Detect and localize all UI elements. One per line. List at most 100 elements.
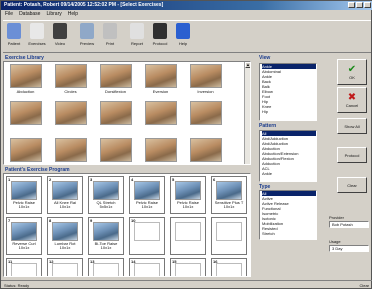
menu-help[interactable]: Help <box>68 10 78 19</box>
library-exercise-thumb[interactable]: Eversion <box>141 64 180 99</box>
view-list-item[interactable]: Hip <box>262 109 316 114</box>
window-title: Patient: Potash, Robert 09/14/2005 12:52… <box>4 2 164 8</box>
toolbar-help-button[interactable]: Help <box>172 21 194 52</box>
menu-file[interactable]: File <box>5 10 13 19</box>
library-exercise-thumb[interactable]: Dorsiflexion <box>96 64 135 99</box>
library-exercise-thumb[interactable] <box>51 101 90 136</box>
program-slot[interactable]: 10 <box>129 217 165 255</box>
library-exercise-thumb[interactable]: Inversion <box>186 64 225 99</box>
patient-icon <box>7 23 21 39</box>
exercise-photo <box>189 101 222 125</box>
exercise-photo <box>93 181 119 200</box>
slot-number: 11 <box>8 259 13 264</box>
toolbar-print-button[interactable]: Print <box>99 21 121 52</box>
program-slot[interactable]: 5 Pelvic Raise 10x1x <box>170 176 206 214</box>
program-slot[interactable]: 9 Bi-Toe Raise 10x1x <box>88 217 124 255</box>
clear-button[interactable]: Clear <box>337 177 367 193</box>
slot-number: 12 <box>49 259 54 264</box>
exercise-photo <box>189 138 222 162</box>
toolbar-report-button[interactable]: Report <box>126 21 148 52</box>
slot-sets: 10x1x <box>59 204 71 209</box>
program-slot[interactable]: 16 <box>211 258 247 276</box>
clear-label: Clear <box>347 182 357 188</box>
library-exercise-thumb[interactable] <box>96 101 135 136</box>
scroll-up-icon[interactable]: ▲ <box>245 62 250 68</box>
exercise-photo <box>175 222 201 241</box>
type-list-item[interactable]: Stretch <box>262 231 316 236</box>
program-slot[interactable]: 13 <box>88 258 124 276</box>
library-exercise-thumb[interactable]: Bi-Heel Raise <box>141 138 180 164</box>
view-list[interactable]: Ankle Abdominal Ankle Back Balk Elbow Foot Hip K… <box>259 63 317 121</box>
library-scrollbar[interactable]: ▲ <box>244 62 250 164</box>
exercise-photo <box>216 263 242 276</box>
provider-field[interactable]: Bob Potash <box>329 221 369 228</box>
ok-label: OK <box>349 75 355 80</box>
program-slot[interactable] <box>211 217 247 255</box>
show-all-button[interactable]: Show All <box>337 118 367 134</box>
program-slot[interactable]: 1 Pelvic Raise 10x1x <box>6 176 42 214</box>
toolbar-preview-button[interactable]: Preview <box>76 21 98 52</box>
exercise-photo <box>9 64 42 88</box>
pattern-list[interactable]: All Abd/Adduction Abd/Adduction Abduction Ab… <box>259 130 317 182</box>
program-slot[interactable]: 14 <box>129 258 165 276</box>
close-button[interactable] <box>364 2 371 8</box>
library-exercise-thumb[interactable] <box>6 101 45 136</box>
show-all-label: Show All <box>344 123 360 129</box>
checkmark-icon: ✔ <box>347 64 357 75</box>
report-icon <box>130 23 144 39</box>
maximize-button[interactable] <box>356 2 363 8</box>
slot-sets: 10x1x <box>223 204 235 209</box>
library-exercise-thumb[interactable] <box>186 101 225 136</box>
toolbar-patient-button[interactable]: Patient <box>3 21 25 52</box>
library-exercise-thumb[interactable]: Ankle Pump <box>51 138 90 164</box>
exercise-caption: Bi-Toe Raise <box>104 163 127 164</box>
exercise-photo <box>144 64 177 88</box>
minimize-button[interactable] <box>348 2 355 8</box>
exercise-program-panel: 1 Pelvic Raise 10x1x 2 All Knee Rai 10x1x 3 QL … <box>3 173 251 277</box>
exercise-caption: Abduction <box>16 89 35 94</box>
protocol-button[interactable]: Protocol <box>337 147 367 163</box>
program-slot[interactable] <box>170 217 206 255</box>
exercise-caption: Bi-Heel Raise <box>193 163 217 164</box>
menu-library[interactable]: Library <box>46 10 61 19</box>
slot-number: 15 <box>172 259 177 264</box>
ok-button[interactable]: ✔ OK <box>337 59 367 85</box>
toolbar-exercises-button[interactable]: Exercises <box>26 21 48 52</box>
library-exercise-thumb[interactable]: Bi-Heel Raise <box>186 138 225 164</box>
program-slot[interactable]: 3 QL Stretch 5x5x1x <box>88 176 124 214</box>
toolbar-button-label: Print <box>105 41 115 46</box>
exercise-photo <box>54 138 87 162</box>
program-slot[interactable]: 8 Lumbar Rot 10x1x <box>47 217 83 255</box>
type-list[interactable]: All Active Active Release Functional Isometr… <box>259 190 317 240</box>
library-exercise-thumb[interactable]: Plantarflexion <box>6 138 45 164</box>
exercise-photo <box>134 222 160 241</box>
toolbar-protocol-button[interactable]: Protocol <box>149 21 171 52</box>
exercise-photo <box>93 222 119 241</box>
exercise-caption: Eversion <box>152 89 169 94</box>
program-slot[interactable]: 7 Reverse Curl 10x1x <box>6 217 42 255</box>
help-icon <box>176 23 190 39</box>
library-exercise-thumb[interactable]: Abduction <box>6 64 45 99</box>
program-slot[interactable]: 4 Pelvic Raise 10x1x <box>129 176 165 214</box>
slot-sets: 10x1x <box>18 204 30 209</box>
exercise-photo <box>93 263 119 276</box>
exercise-photo <box>216 181 242 200</box>
pattern-list-item[interactable]: Ankle <box>262 171 316 176</box>
menu-database[interactable]: Database <box>19 10 40 19</box>
library-exercise-thumb[interactable] <box>141 101 180 136</box>
exercise-library-panel: Abduction Circles Dorsiflexion Eversion Inve… <box>3 61 251 165</box>
slot-number: 9 <box>90 218 93 223</box>
program-slot[interactable]: 15 <box>170 258 206 276</box>
library-exercise-thumb[interactable]: Bi-Toe Raise <box>96 138 135 164</box>
soccer-ball-icon <box>30 23 44 39</box>
program-slot[interactable]: 12 <box>47 258 83 276</box>
cancel-button[interactable]: ✖ Cancel <box>337 87 367 113</box>
slot-sets: 10x1x <box>18 245 30 250</box>
program-slot[interactable]: 6 Sensitive Plus T 10x1x <box>211 176 247 214</box>
program-slot[interactable]: 2 All Knee Rai 10x1x <box>47 176 83 214</box>
program-slot[interactable]: 11 <box>6 258 42 276</box>
exercise-photo <box>134 181 160 200</box>
usage-field[interactable]: 3 Day <box>329 245 369 252</box>
library-exercise-thumb[interactable]: Circles <box>51 64 90 99</box>
toolbar-video-button[interactable]: Video <box>49 21 71 52</box>
